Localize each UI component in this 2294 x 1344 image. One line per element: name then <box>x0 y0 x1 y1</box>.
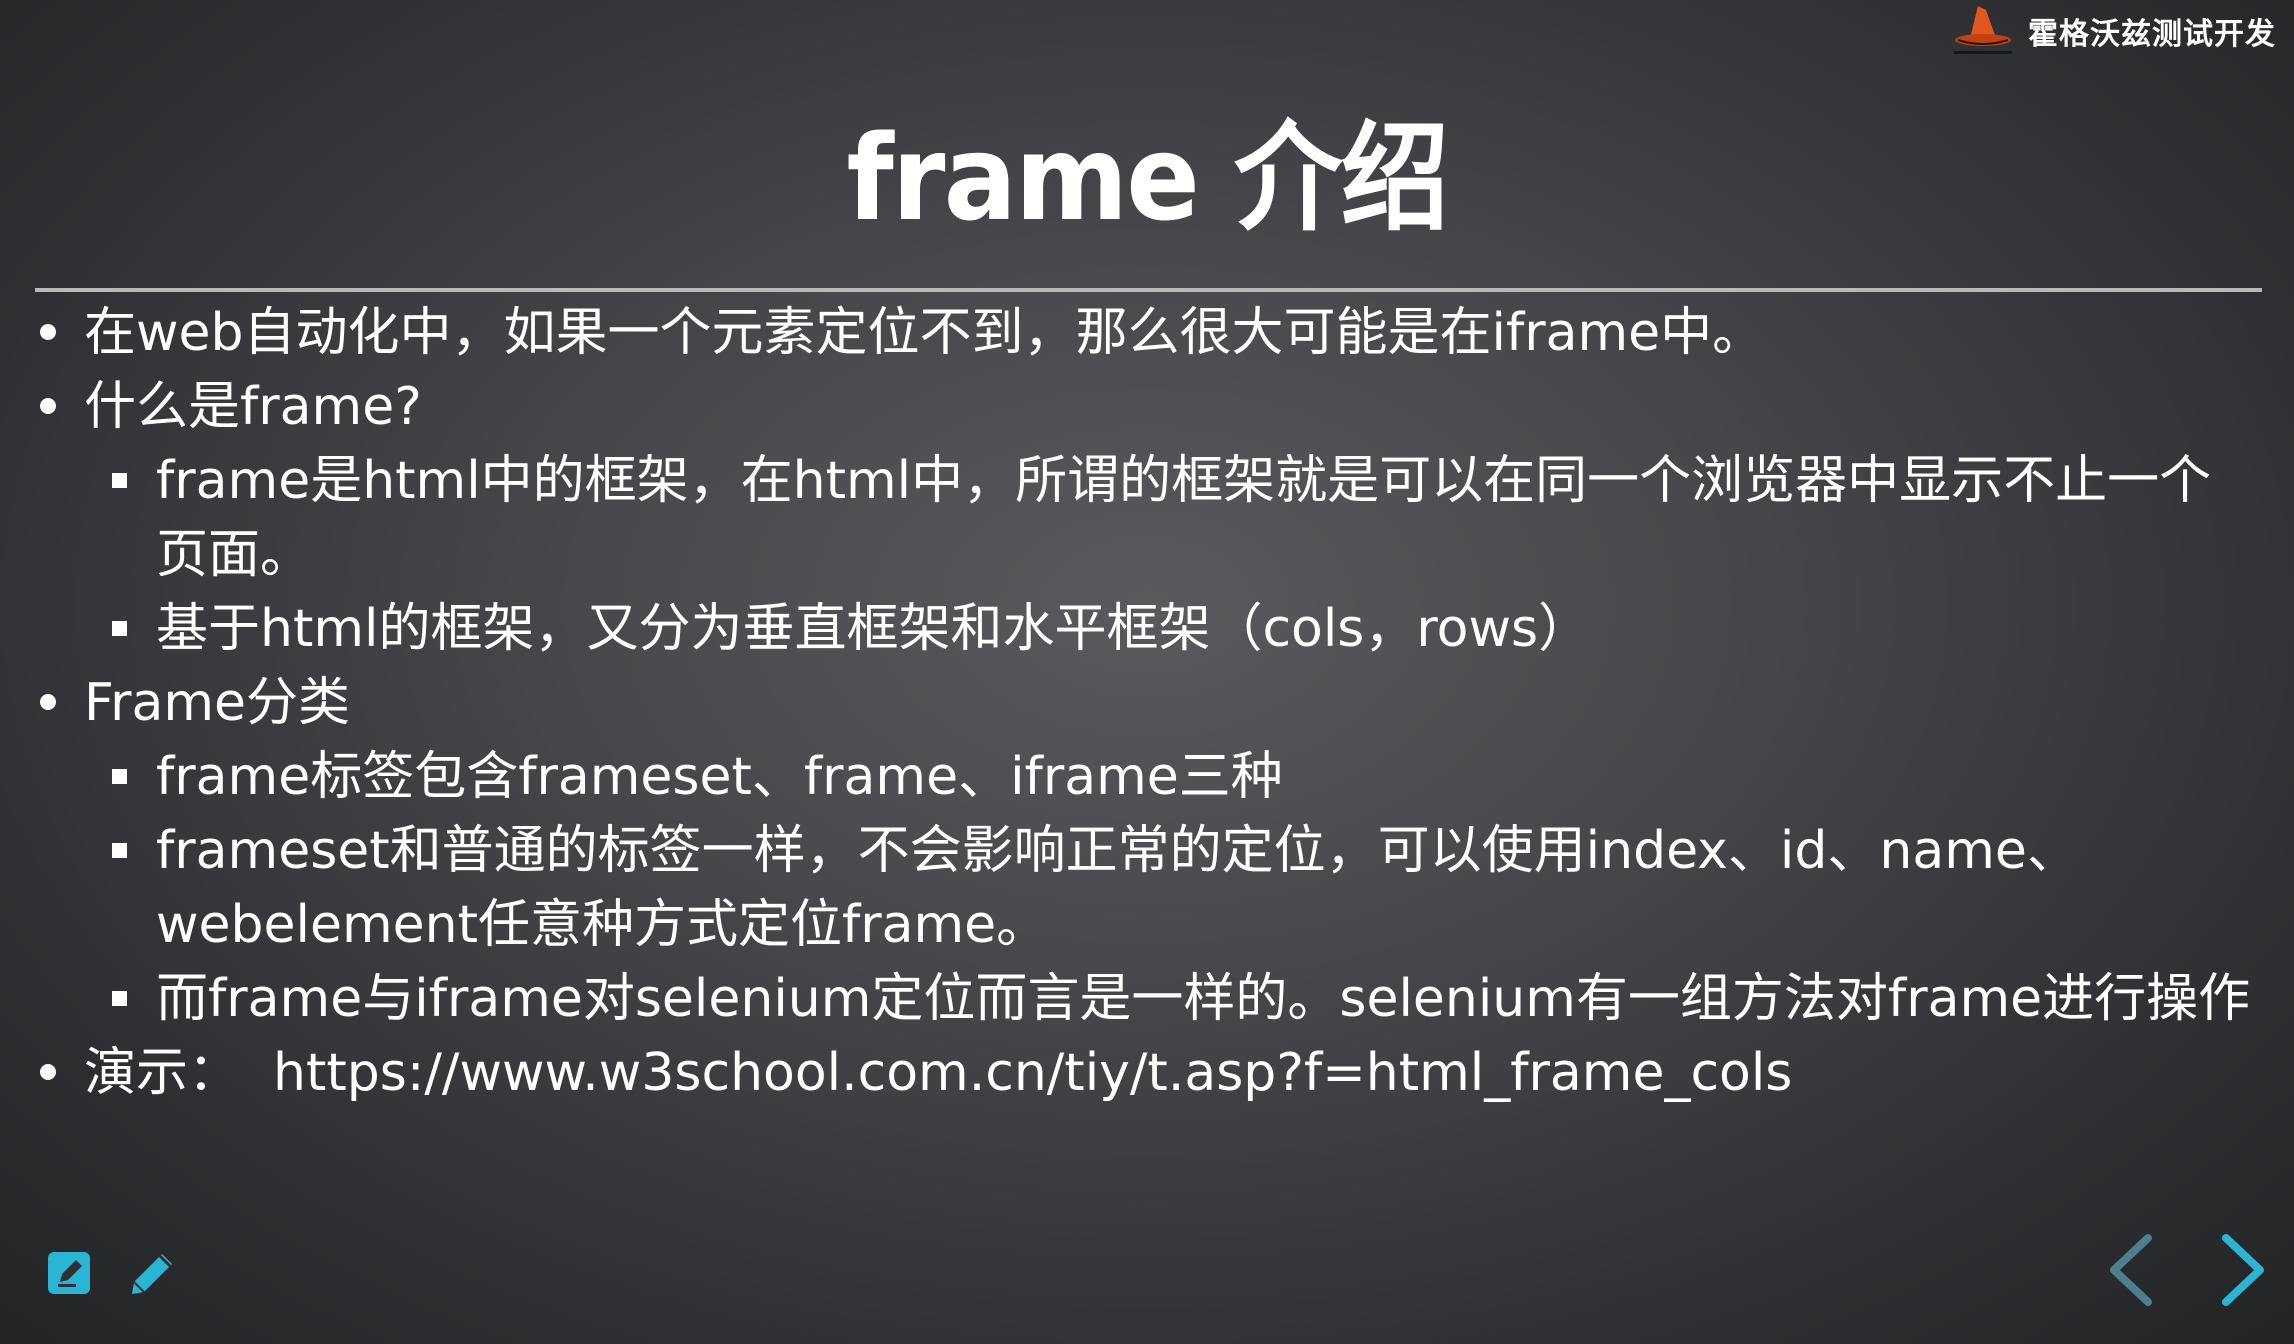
bullet-dot <box>40 1064 56 1080</box>
bullet-square <box>112 843 127 858</box>
brand-header: 霍格沃兹测试开发 <box>1948 4 2276 58</box>
sub-bullet-item: frame是html中的框架，在html中，所谓的框架就是可以在同一个浏览器中显… <box>32 444 2262 592</box>
bullet-text: frame标签包含frameset、frame、iframe三种 <box>156 747 1283 807</box>
bullet-square <box>112 621 127 636</box>
bullet-text: 在web自动化中，如果一个元素定位不到，那么很大可能是在iframe中。 <box>84 303 1765 363</box>
bullet-item: Frame分类 <box>32 666 2262 740</box>
bullet-text: 演示： https://www.w3school.com.cn/tiy/t.as… <box>84 1043 1793 1103</box>
wizard-hat-icon <box>1948 4 2018 58</box>
bullet-item: 在web自动化中，如果一个元素定位不到，那么很大可能是在iframe中。 <box>32 296 2262 370</box>
sub-bullet-item: frame标签包含frameset、frame、iframe三种 <box>32 740 2262 814</box>
bullet-item: 什么是frame? <box>32 370 2262 444</box>
sub-bullet-item: 而frame与iframe对selenium定位而言是一样的。selenium有… <box>32 962 2262 1036</box>
bullet-text: frameset和普通的标签一样，不会影响正常的定位，可以使用index、id、… <box>156 821 2079 955</box>
bullet-square <box>112 769 127 784</box>
bullet-dot <box>40 324 56 340</box>
sub-bullet-item: frameset和普通的标签一样，不会影响正常的定位，可以使用index、id、… <box>32 814 2262 962</box>
edit-note-icon[interactable] <box>44 1246 98 1300</box>
bullet-text: 基于html的框架，又分为垂直框架和水平框架（cols，rows） <box>156 599 1591 659</box>
chevron-right-icon[interactable] <box>2206 1232 2276 1308</box>
bullet-text: Frame分类 <box>84 673 351 733</box>
chevron-left-icon[interactable] <box>2098 1232 2168 1308</box>
bullet-square <box>112 473 127 488</box>
bullet-text: 什么是frame? <box>84 377 422 437</box>
bullet-text: frame是html中的框架，在html中，所谓的框架就是可以在同一个浏览器中显… <box>156 451 2212 585</box>
title-divider <box>35 288 2262 292</box>
bullet-dot <box>40 694 56 710</box>
bullet-item: 演示： https://www.w3school.com.cn/tiy/t.as… <box>32 1036 2262 1110</box>
bullet-text: 而frame与iframe对selenium定位而言是一样的。selenium有… <box>156 969 2251 1029</box>
bullet-dot <box>40 398 56 414</box>
slide-content: 在web自动化中，如果一个元素定位不到，那么很大可能是在iframe中。 什么是… <box>32 296 2262 1110</box>
bullet-square <box>112 991 127 1006</box>
pencil-icon[interactable] <box>124 1246 178 1300</box>
slide-title: frame 介绍 <box>846 109 1450 247</box>
sub-bullet-item: 基于html的框架，又分为垂直框架和水平框架（cols，rows） <box>32 592 2262 666</box>
brand-name: 霍格沃兹测试开发 <box>2028 17 2276 52</box>
slide: 霍格沃兹测试开发 frame 介绍 在web自动化中，如果一个元素定位不到，那么… <box>0 0 2294 1344</box>
